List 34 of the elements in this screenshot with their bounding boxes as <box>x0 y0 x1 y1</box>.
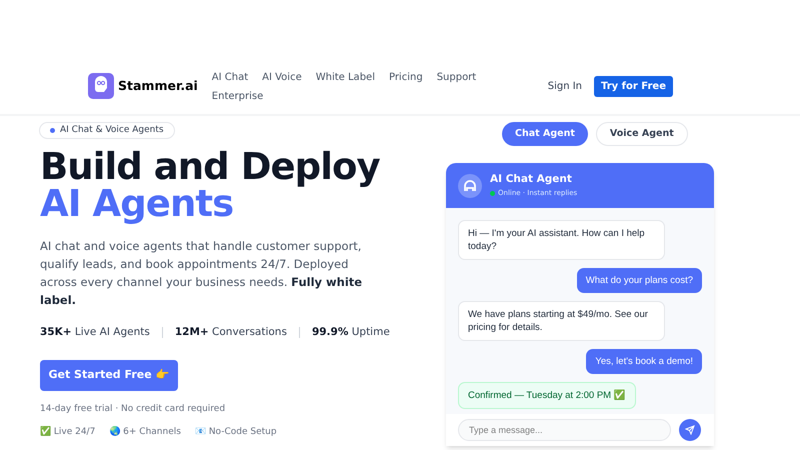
nav-link[interactable]: Pricing <box>388 68 423 87</box>
nav-link[interactable]: AI Chat <box>212 68 248 87</box>
agent-message: We have plans starting at $49/mo. See our pricing for details. <box>458 301 665 341</box>
get-started-button[interactable]: Get Started Free 👉 <box>40 360 178 391</box>
robot-avatar-icon <box>458 174 482 198</box>
try-for-free-button[interactable]: Try for Free <box>594 76 673 97</box>
brand-name[interactable]: Stammer.ai <box>118 76 198 96</box>
logo-icon <box>88 73 114 99</box>
nav-link[interactable]: AI Voice <box>262 68 302 87</box>
hero-description: AI chat and voice agents that handle customer support, qualify leads, and book appointments 24/7. Deployed across every channel your business needs. Fully white label. <box>40 238 364 309</box>
agent-tab[interactable]: Chat Agent <box>502 122 588 146</box>
message-input[interactable]: Type a message... <box>458 419 671 441</box>
feature-label: 🌏 6+ Channels <box>109 426 181 440</box>
send-icon <box>685 425 695 435</box>
user-message: What do your plans cost? <box>576 268 702 293</box>
hero-title: Build and Deploy <box>40 148 381 185</box>
confirmation-message: Confirmed — Tuesday at 2:00 PM ✅ <box>458 382 636 409</box>
nav-link[interactable]: White Label <box>316 68 375 87</box>
stat: 99.9% Uptime <box>312 325 390 340</box>
stat: 35K+ Live AI Agents <box>40 325 150 340</box>
nav-link[interactable]: Enterprise <box>212 87 264 106</box>
chat-title: AI Chat Agent <box>490 172 573 188</box>
nav-link[interactable]: Support <box>436 68 476 87</box>
stat: 12M+ Conversations <box>174 325 287 340</box>
sign-in-link[interactable]: Sign In <box>548 79 582 94</box>
hero-title-highlight: AI Agents <box>40 185 234 223</box>
agent-message: Hi — I'm your AI assistant. How can I help today? <box>458 220 665 260</box>
trial-note: 14-day free trial · No credit card required <box>40 402 226 416</box>
agent-tab[interactable]: Voice Agent <box>596 122 688 146</box>
send-button[interactable] <box>679 419 701 441</box>
user-message: Yes, let's book a demo! <box>586 349 702 374</box>
feature-label: 📧 No-Code Setup <box>194 426 277 440</box>
feature-label: ✅ Live 24/7 <box>40 426 96 440</box>
category-badge: AI Chat & Voice Agents <box>39 122 175 139</box>
